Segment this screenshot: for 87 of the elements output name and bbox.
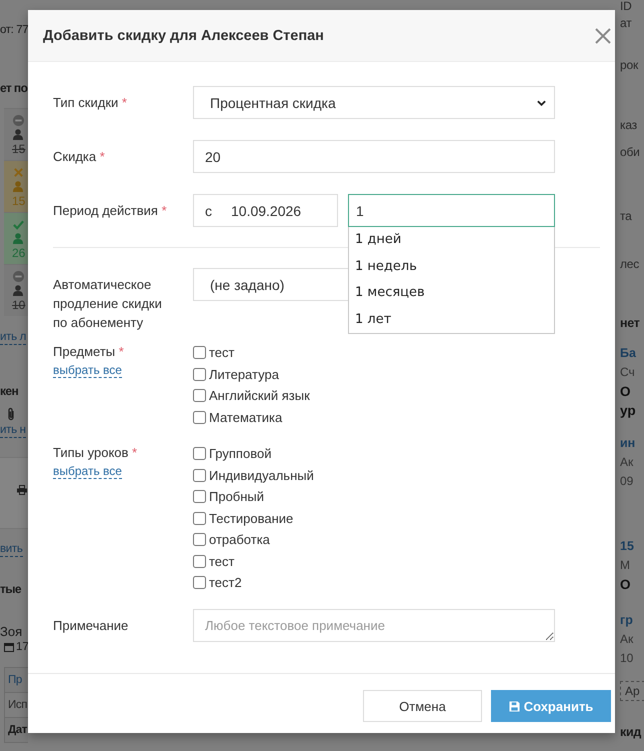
cancel-button[interactable]: Отмена: [363, 690, 482, 722]
checkbox[interactable]: [193, 533, 206, 546]
suggestion-option[interactable]: 1 лет: [349, 306, 554, 333]
entry-text: М: [620, 557, 630, 574]
minus-circle-icon: [13, 115, 24, 126]
cross-icon: [13, 167, 24, 178]
person-icon: [13, 233, 23, 244]
close-icon: [595, 28, 611, 44]
detail-label: рок: [620, 57, 638, 73]
section-heading: кид: [620, 724, 641, 740]
entry-text: 09: [620, 473, 634, 490]
entry-text: Сч: [620, 364, 635, 381]
calendar-icon: [4, 642, 14, 652]
section-heading: нет: [620, 315, 640, 331]
checkbox[interactable]: [193, 576, 206, 590]
person-icon: [13, 129, 23, 140]
suggestion-option[interactable]: 1 месяцев: [349, 280, 554, 306]
section-heading: кен: [0, 383, 18, 399]
close-button[interactable]: [595, 28, 611, 44]
option-label[interactable]: Групповой: [209, 446, 272, 462]
option-label[interactable]: Математика: [209, 410, 282, 425]
date-field[interactable]: с 10.09.2026: [193, 194, 338, 227]
option-label[interactable]: Пробный: [209, 489, 264, 504]
table-cell: Дат: [5, 718, 28, 743]
attendance-count: 15: [12, 194, 26, 208]
text-field[interactable]: 20: [193, 140, 555, 173]
table-cell: Пр: [5, 668, 28, 693]
checkbox[interactable]: [193, 410, 206, 424]
chevron-down-icon: [537, 100, 546, 106]
section-heading: тые: [0, 581, 21, 597]
field-label: Примечание: [53, 616, 128, 634]
detail-label: лес: [620, 256, 640, 272]
checkbox[interactable]: [193, 490, 206, 504]
field-label: Тип скидки *: [53, 94, 127, 112]
dashed-button[interactable]: Ар: [620, 681, 644, 701]
date-prefix-label: с: [205, 202, 212, 218]
attendance-count: 15: [12, 142, 26, 156]
field-label: Скидка *: [53, 148, 105, 166]
checkbox[interactable]: [193, 368, 206, 381]
field-label: Автоматическое продление скидки по абонементу: [53, 276, 163, 332]
option-label[interactable]: Литература: [209, 366, 279, 382]
option-label[interactable]: Английский язык: [209, 388, 310, 404]
checkbox[interactable]: [193, 389, 206, 402]
minus-circle-icon: [13, 271, 24, 282]
field-label: Период действия *: [53, 202, 167, 220]
detail-label: ат: [620, 15, 632, 31]
person-icon: [13, 181, 23, 192]
option-label[interactable]: тест: [209, 345, 234, 360]
option-label[interactable]: отработка: [209, 532, 270, 548]
field-label: Предметы *: [53, 343, 124, 361]
select-all-link[interactable]: выбрать все: [53, 464, 122, 479]
select-all-link[interactable]: выбрать все: [53, 363, 122, 378]
person-icon: [13, 285, 23, 296]
section-heading: ет по: [0, 80, 28, 96]
checkbox[interactable]: [193, 447, 206, 460]
checkbox[interactable]: [193, 554, 206, 568]
entry-text: ур: [620, 402, 636, 420]
dialog-title: Добавить скидку для Алексеев Степан: [43, 28, 324, 44]
checkbox[interactable]: [193, 468, 206, 482]
suggestion-option[interactable]: 1 недель: [349, 254, 554, 280]
attendance-count: 10: [12, 298, 26, 312]
checkbox[interactable]: [193, 346, 206, 360]
entry-text: Ак: [620, 454, 634, 471]
dropdown-select[interactable]: Процентная скидка: [193, 86, 555, 119]
entry-text: Ак: [620, 631, 634, 648]
option-label[interactable]: тест2: [209, 575, 242, 590]
detail-label: оби: [620, 144, 640, 160]
detail-label: каз: [620, 117, 637, 133]
entry-text: 10: [620, 650, 634, 667]
duration-field[interactable]: 1: [348, 194, 555, 227]
option-label[interactable]: Индивидуальный: [209, 468, 314, 483]
option-label[interactable]: тест: [209, 554, 234, 569]
field-label: Типы уроков *: [53, 444, 138, 462]
event-name: Зоя: [0, 624, 22, 640]
entry-text: О: [620, 576, 631, 594]
entry-text: О: [620, 383, 631, 401]
note-field[interactable]: Любое текстовое примечание: [193, 608, 555, 642]
suggestion-option[interactable]: 1 дней: [349, 227, 554, 254]
summary-text: от: 77: [0, 23, 28, 38]
check-icon: [13, 219, 24, 230]
detail-label: ID: [620, 0, 632, 12]
paperclip-icon: [6, 407, 16, 421]
detail-label: та: [620, 208, 632, 224]
option-label[interactable]: Тестирование: [209, 510, 294, 526]
event-date: 17: [16, 640, 29, 654]
attendance-count: 26: [12, 246, 26, 260]
checkbox[interactable]: [193, 512, 206, 525]
